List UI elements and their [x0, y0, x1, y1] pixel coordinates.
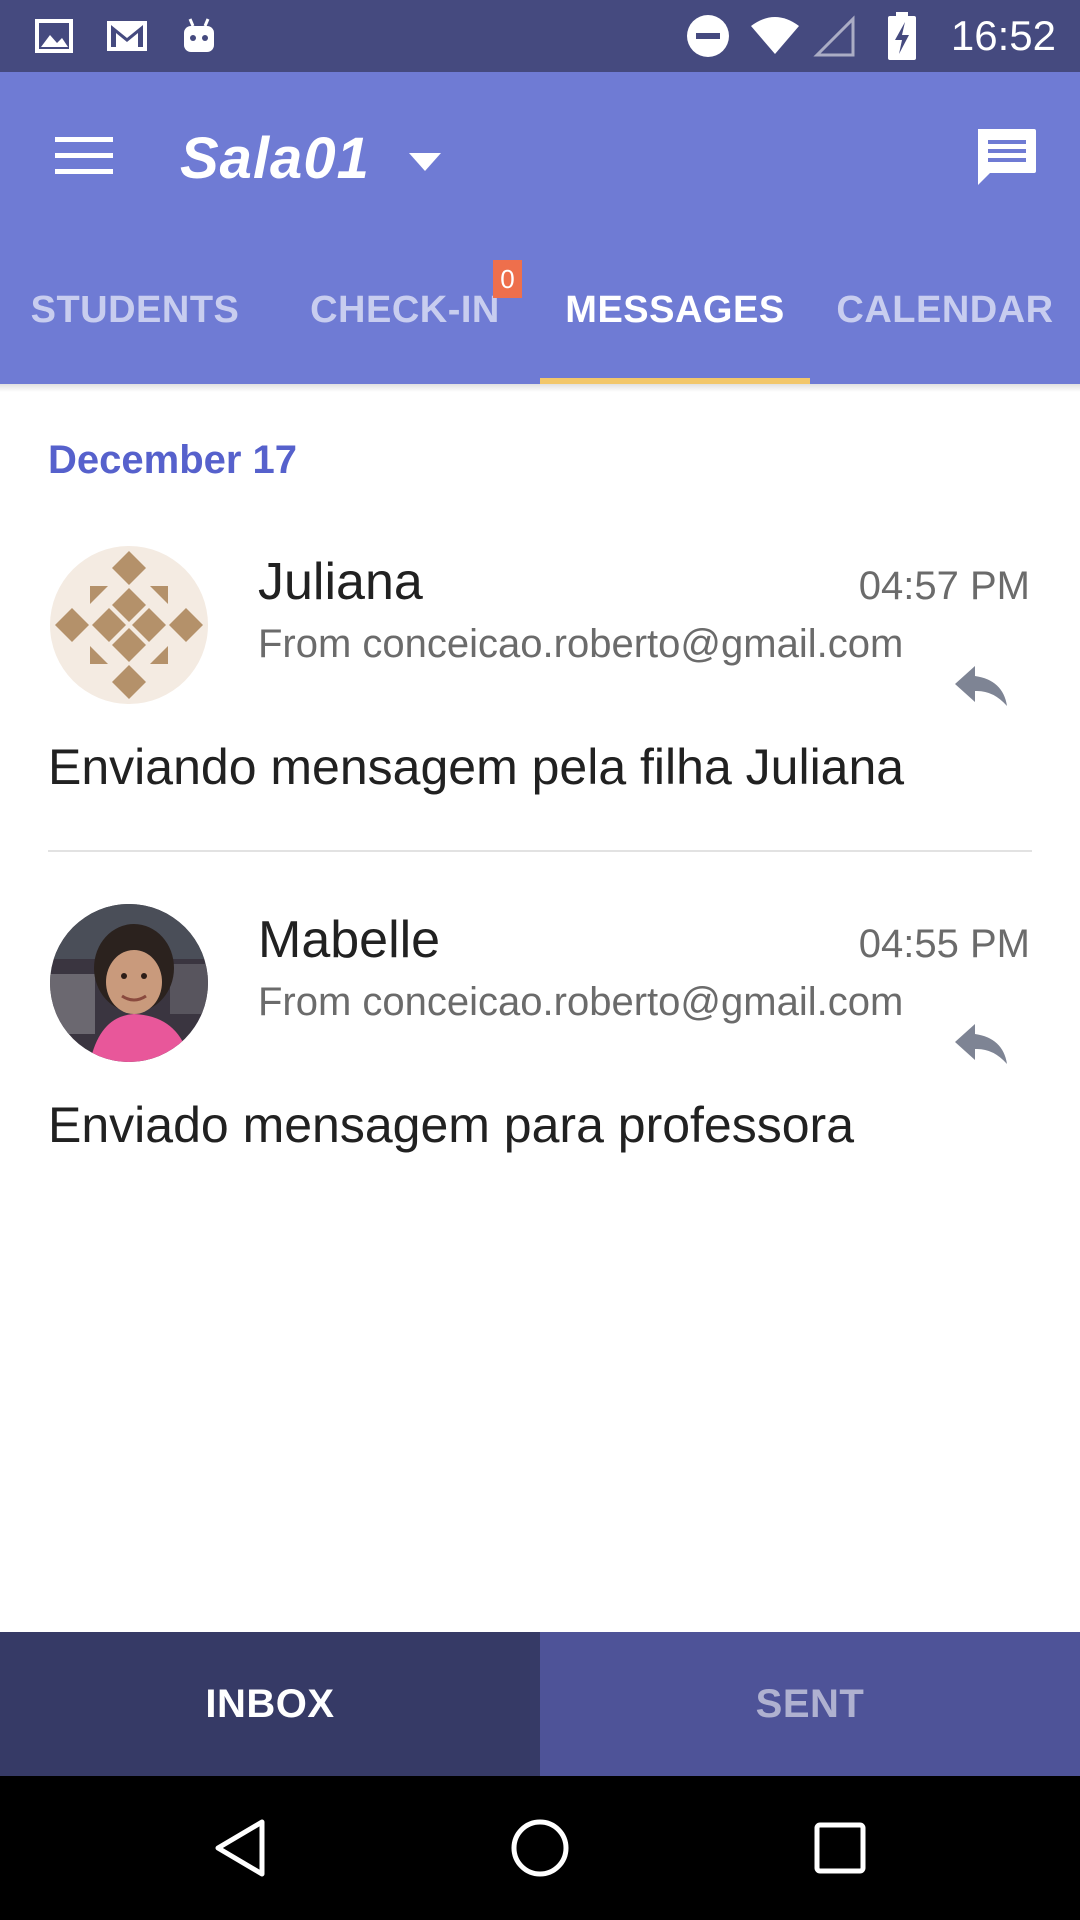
section-tabs: STUDENTS CHECK-IN MESSAGES CALENDAR — [0, 252, 1080, 368]
gmail-icon — [104, 0, 150, 72]
sender-name: Juliana — [258, 553, 423, 611]
tab-inbox[interactable]: INBOX — [0, 1632, 540, 1776]
image-icon — [34, 0, 74, 72]
tab-calendar[interactable]: CALENDAR — [810, 252, 1080, 368]
message-time: 04:57 PM — [858, 564, 1030, 608]
message-body: Enviado mensagem para professora — [48, 1097, 855, 1153]
sender-avatar — [50, 904, 208, 1062]
back-icon[interactable] — [170, 1776, 310, 1920]
date-header: December 17 — [48, 438, 298, 482]
system-nav-bar — [0, 1776, 1080, 1920]
inbox-sent-tabs: INBOX SENT — [0, 1632, 1080, 1776]
wifi-icon — [748, 0, 802, 72]
sender-name: Mabelle — [258, 911, 441, 969]
tab-messages[interactable]: MESSAGES — [540, 252, 810, 368]
status-time: 16:52 — [950, 12, 1056, 59]
message-item[interactable]: Mabelle 04:55 PM From conceicao.roberto@… — [0, 904, 1080, 1244]
message-time: 04:55 PM — [858, 922, 1030, 966]
app-bar-shadow — [0, 384, 1080, 392]
message-divider — [48, 850, 1032, 852]
sender-email: From conceicao.roberto@gmail.com — [258, 622, 904, 666]
reply-icon[interactable] — [946, 656, 1016, 716]
signal-icon — [812, 0, 858, 72]
sender-avatar — [50, 546, 208, 704]
tab-students[interactable]: STUDENTS — [0, 252, 270, 368]
room-selector-title[interactable]: Sala01 — [180, 118, 370, 198]
tab-sent[interactable]: SENT — [540, 1632, 1080, 1776]
recents-icon[interactable] — [770, 1776, 910, 1920]
status-bar: 16:52 — [0, 0, 1080, 72]
do-not-disturb-icon — [686, 0, 730, 72]
caret-down-icon[interactable] — [405, 142, 445, 182]
reply-icon[interactable] — [946, 1014, 1016, 1074]
message-item[interactable]: Juliana 04:57 PM From conceicao.roberto@… — [0, 546, 1080, 886]
battery-charging-icon — [886, 0, 918, 72]
android-icon — [180, 0, 218, 72]
check-in-count-badge: 0 — [493, 260, 522, 298]
home-icon[interactable] — [470, 1776, 610, 1920]
hamburger-menu-icon[interactable] — [40, 112, 128, 200]
sender-email: From conceicao.roberto@gmail.com — [258, 980, 904, 1024]
message-body: Enviando mensagem pela filha Juliana — [48, 739, 905, 795]
message-icon[interactable] — [962, 114, 1050, 202]
